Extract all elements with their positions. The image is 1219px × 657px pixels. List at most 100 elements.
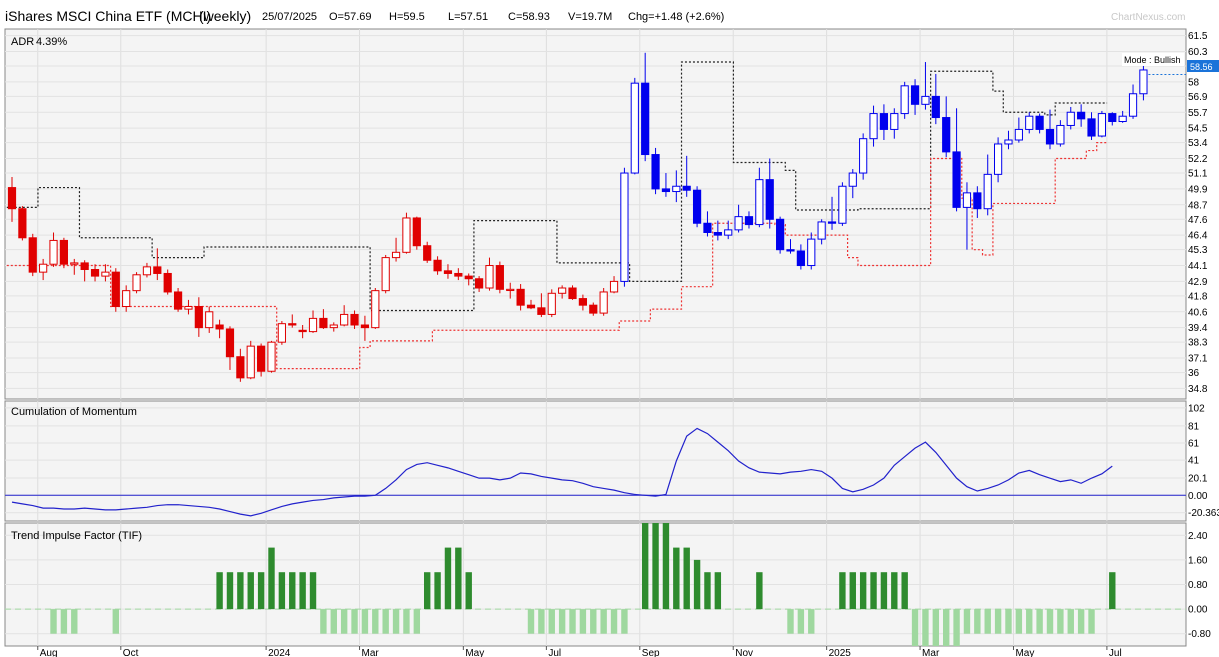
- candle-body: [599, 291, 608, 314]
- tif-bar: [548, 609, 555, 634]
- candle-body: [713, 232, 722, 236]
- tif-bar: [1067, 609, 1074, 634]
- tif-bar: [984, 609, 991, 634]
- tif-bar: [714, 572, 722, 610]
- x-tick-label: Jul: [1109, 648, 1122, 657]
- price-tick-label: 39.4: [1188, 323, 1208, 334]
- tif-bar: [372, 609, 379, 634]
- candle-body: [848, 172, 857, 187]
- candle-body: [931, 95, 940, 119]
- candle-body: [70, 262, 79, 265]
- tif-bar: [787, 609, 794, 634]
- price-tick-label: 36: [1188, 368, 1200, 379]
- candle-body: [942, 117, 951, 153]
- tif-bar: [216, 572, 223, 610]
- tif-bar: [590, 609, 597, 634]
- candle-body: [620, 172, 629, 282]
- tif-bar: [911, 609, 919, 646]
- tif-bar: [849, 572, 856, 610]
- candle-body: [1025, 115, 1034, 130]
- price-tick-label: 34.8: [1188, 384, 1208, 395]
- price-tick-label: 40.6: [1188, 307, 1208, 318]
- price-tick-label: 54.5: [1188, 124, 1208, 135]
- tif-bar: [859, 572, 867, 610]
- price-tick-label: 38.3: [1188, 338, 1208, 349]
- x-tick-label: Sep: [642, 648, 660, 657]
- candle-body: [49, 239, 58, 265]
- tif-bar: [361, 609, 369, 634]
- tif-bar: [309, 572, 317, 610]
- momentum-tick-label: 41: [1188, 456, 1200, 467]
- tif-bar: [289, 572, 296, 610]
- momentum-tick-label: 102: [1188, 403, 1205, 414]
- x-tick-label: May: [465, 648, 484, 657]
- header-high: H=59.5: [389, 11, 425, 23]
- header-date: 25/07/2025: [262, 11, 317, 23]
- candle-body: [1056, 124, 1065, 145]
- candle-body: [558, 287, 567, 294]
- price-tick-label: 41.8: [1188, 291, 1208, 302]
- price-tick-label: 42.9: [1188, 277, 1208, 288]
- header-volume: V=19.7M: [568, 11, 612, 23]
- candle-body: [869, 113, 878, 140]
- price-tick-label: 37.1: [1188, 354, 1208, 365]
- tif-bar: [579, 609, 587, 634]
- tif-bar: [237, 572, 244, 610]
- tif-bar: [268, 547, 275, 610]
- tif-bar: [538, 609, 545, 634]
- candle-body: [703, 222, 712, 233]
- tif-bar: [756, 572, 763, 610]
- x-tick-label: Mar: [922, 648, 940, 657]
- candle-body: [329, 324, 338, 329]
- tif-bar: [50, 609, 57, 634]
- candle-body: [734, 216, 743, 231]
- tif-bar: [1088, 609, 1095, 634]
- tif-bar: [60, 609, 68, 634]
- candle-body: [537, 307, 546, 315]
- tif-bar: [1026, 609, 1033, 634]
- tif-bar: [382, 609, 389, 634]
- tif-bar: [1005, 609, 1012, 634]
- tif-bar: [621, 609, 628, 634]
- chart-canvas: Aug Oct 2024 Mar May Jul Sep Nov 2025 Mar May Jul 61…: [4, 8, 1219, 657]
- candle-body: [163, 272, 172, 293]
- momentum-tick-label: 81: [1188, 421, 1200, 432]
- momentum-panel[interactable]: [4, 400, 1187, 522]
- tif-bar: [392, 609, 400, 634]
- candle-body: [807, 238, 816, 267]
- candle-body: [7, 187, 17, 210]
- candle-body: [236, 356, 245, 379]
- candle-body: [661, 188, 671, 193]
- candle-body: [859, 138, 868, 174]
- candle-body: [475, 278, 484, 289]
- candle-body: [391, 251, 401, 259]
- tif-bar: [693, 559, 701, 610]
- candle-body: [890, 113, 899, 130]
- tif-bar: [320, 609, 327, 634]
- tif-tick-label: 1.60: [1188, 555, 1208, 566]
- tif-bar: [434, 572, 441, 610]
- tif-tick-label: 0.00: [1188, 605, 1208, 616]
- candle-body: [1097, 113, 1107, 137]
- candle-body: [609, 280, 619, 293]
- tif-bar: [1015, 609, 1023, 634]
- x-tick-label: Mar: [362, 648, 380, 657]
- candle-body: [973, 192, 982, 210]
- candle-body: [516, 288, 525, 306]
- candle-body: [1077, 111, 1086, 120]
- candle-body: [651, 154, 660, 190]
- candle-body: [184, 306, 193, 310]
- tif-bar: [901, 572, 908, 610]
- tif-bar: [797, 609, 805, 634]
- adr-value: 4.39%: [36, 36, 67, 48]
- candle-body: [215, 324, 224, 330]
- candle-body: [547, 292, 556, 315]
- candle-body: [18, 208, 27, 239]
- tif-bar: [943, 609, 950, 646]
- tif-bar: [424, 572, 431, 610]
- candle-body: [423, 245, 432, 261]
- momentum-tick-label: -20.363: [1188, 508, 1219, 519]
- price-panel[interactable]: [4, 28, 1187, 400]
- candle-body: [755, 179, 764, 226]
- candle-body: [526, 304, 536, 309]
